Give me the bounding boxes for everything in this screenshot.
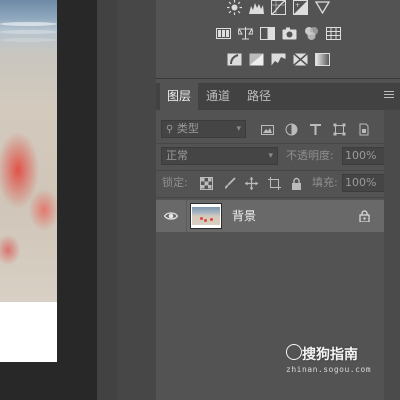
- svg-text:+: +: [295, 2, 300, 9]
- invert-icon[interactable]: [227, 52, 242, 67]
- hue-saturation-icon[interactable]: [215, 26, 231, 41]
- visibility-eye-icon[interactable]: [164, 209, 178, 223]
- watermark: 搜狗指南 zhinan.sogou.com: [286, 344, 376, 378]
- channel-mixer-icon[interactable]: [304, 26, 319, 41]
- opacity-value: 100%: [345, 149, 377, 162]
- exposure-icon[interactable]: +: [292, 0, 308, 15]
- panel-column: + 图层 通道 路径 ⚲ 类型 ▾ 正常 ▾ 不透明度: 100% 锁定: 填充…: [156, 0, 400, 400]
- blend-mode-value: 正常: [166, 149, 188, 162]
- layer-filter-row: ⚲ 类型 ▾: [156, 117, 400, 141]
- color-balance-icon[interactable]: [237, 26, 253, 41]
- adjustments-panel: +: [156, 0, 400, 79]
- blend-mode-select[interactable]: 正常 ▾: [161, 147, 278, 165]
- lock-all-icon[interactable]: [289, 176, 303, 190]
- collapsed-panel-dock: [117, 0, 156, 400]
- pixel-filter-icon[interactable]: [260, 122, 274, 136]
- type-filter-icon[interactable]: [308, 122, 322, 136]
- panel-menu-icon[interactable]: [384, 91, 394, 101]
- posterize-icon[interactable]: [249, 52, 264, 67]
- threshold-icon[interactable]: [271, 52, 286, 67]
- lock-transparent-icon[interactable]: [199, 176, 213, 190]
- chevron-down-icon: ▾: [268, 151, 273, 161]
- panel-tab-bar: 图层 通道 路径: [156, 83, 400, 110]
- layer-row-background[interactable]: 背景: [156, 200, 384, 232]
- layer-lock-icon: [359, 210, 370, 222]
- blend-row: 正常 ▾ 不透明度: 100% ▾: [156, 144, 400, 168]
- filter-kind-label: 类型: [176, 122, 199, 135]
- layers-scrollbar[interactable]: [384, 110, 400, 400]
- lock-row: 锁定: 填充: 100% ▾: [156, 171, 400, 195]
- tab-channels[interactable]: 通道: [199, 83, 237, 110]
- black-white-icon[interactable]: [259, 26, 275, 41]
- opacity-label: 不透明度:: [286, 149, 334, 162]
- tab-layers[interactable]: 图层: [160, 83, 198, 110]
- watermark-url: zhinan.sogou.com: [286, 365, 372, 374]
- layer-thumbnail: [190, 203, 222, 229]
- levels-icon[interactable]: [248, 0, 264, 15]
- chevron-down-icon: ▾: [236, 124, 241, 134]
- shape-filter-icon[interactable]: [332, 122, 346, 136]
- tab-paths[interactable]: 路径: [240, 83, 278, 110]
- beach-photo: [0, 0, 57, 302]
- fill-label: 填充:: [312, 176, 338, 189]
- gradient-map-icon[interactable]: [314, 52, 330, 67]
- brightness-icon[interactable]: [226, 0, 242, 15]
- document-canvas[interactable]: [0, 0, 57, 362]
- lock-label: 锁定:: [162, 176, 188, 189]
- photo-filter-icon[interactable]: [282, 26, 297, 41]
- sogou-logo-icon: [286, 344, 302, 360]
- fill-value: 100%: [345, 176, 377, 189]
- selective-color-icon[interactable]: [292, 52, 308, 67]
- workspace-divider: [97, 0, 117, 400]
- adjustment-filter-icon[interactable]: [284, 122, 298, 136]
- color-lookup-icon[interactable]: [325, 26, 341, 41]
- curves-icon[interactable]: [270, 0, 286, 15]
- lock-pixels-brush-icon[interactable]: [222, 176, 236, 190]
- layer-name[interactable]: 背景: [232, 200, 256, 232]
- canvas-workspace[interactable]: [0, 0, 100, 400]
- lock-position-icon[interactable]: [244, 176, 258, 190]
- vibrance-icon[interactable]: [314, 0, 330, 15]
- smart-object-filter-icon[interactable]: [356, 122, 370, 136]
- search-icon: ⚲: [166, 124, 174, 135]
- filter-kind-select[interactable]: ⚲ 类型 ▾: [161, 120, 246, 138]
- watermark-text: 搜狗指南: [302, 347, 358, 363]
- lock-artboard-icon[interactable]: [267, 176, 281, 190]
